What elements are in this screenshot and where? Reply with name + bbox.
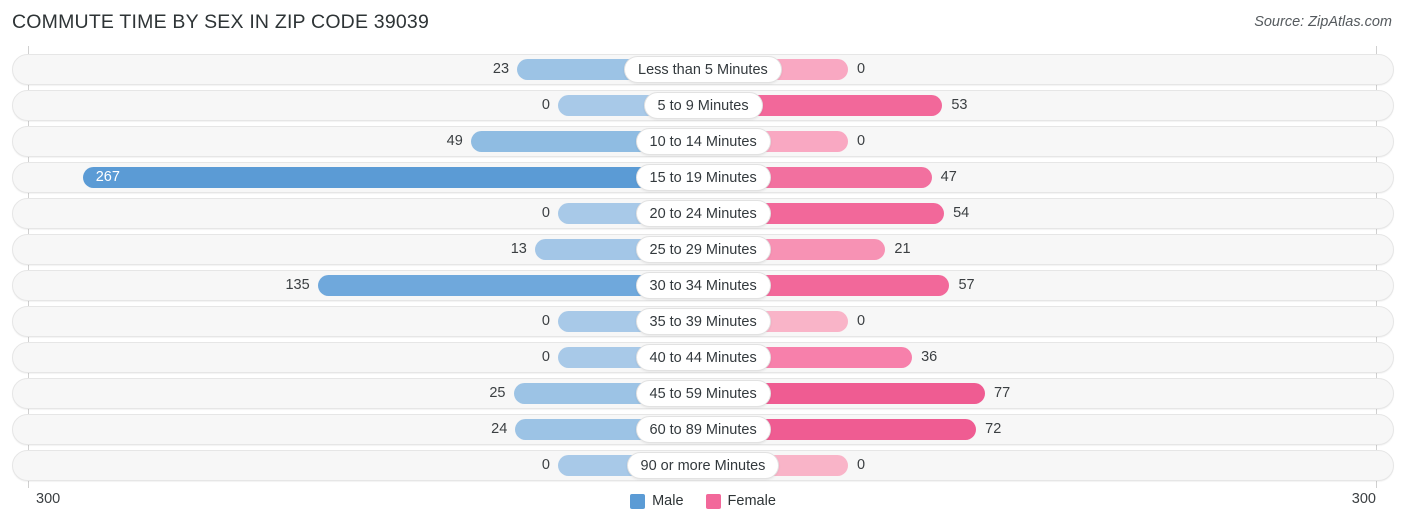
bar-value-male: 267 (95, 169, 120, 185)
legend-label-male: Male (652, 493, 684, 509)
legend-item-female[interactable]: Female (705, 493, 776, 509)
bar-value-female: 0 (857, 133, 866, 149)
bar-value-male: 0 (541, 313, 550, 329)
table-row[interactable]: 0 0 90 or more Minutes (12, 450, 1394, 481)
page-title: COMMUTE TIME BY SEX IN ZIP CODE 39039 (12, 11, 430, 33)
bar-value-female: 0 (857, 313, 866, 329)
category-pill[interactable]: 45 to 59 Minutes (635, 380, 771, 407)
category-label: 60 to 89 Minutes (649, 421, 757, 438)
legend-label-female: Female (727, 493, 776, 509)
bar-value-female: 54 (953, 205, 970, 221)
category-pill[interactable]: Less than 5 Minutes (624, 56, 782, 83)
bar-value-male: 13 (510, 241, 527, 257)
category-pill[interactable]: 15 to 19 Minutes (635, 164, 771, 191)
bar-value-male: 0 (541, 457, 550, 473)
chart-page: COMMUTE TIME BY SEX IN ZIP CODE 39039 So… (0, 0, 1406, 523)
bar-value-male: 135 (285, 277, 310, 293)
category-pill[interactable]: 30 to 34 Minutes (635, 272, 771, 299)
table-row[interactable]: 0 0 35 to 39 Minutes (12, 306, 1394, 337)
category-pill[interactable]: 60 to 89 Minutes (635, 416, 771, 443)
table-row[interactable]: 24 72 60 to 89 Minutes (12, 414, 1394, 445)
category-pill[interactable]: 35 to 39 Minutes (635, 308, 771, 335)
bar-value-male: 49 (446, 133, 463, 149)
table-row[interactable]: 49 0 10 to 14 Minutes (12, 126, 1394, 157)
bar-value-female: 72 (985, 421, 1002, 437)
bar-male[interactable] (82, 167, 703, 188)
bar-value-female: 53 (951, 97, 968, 113)
category-label: 30 to 34 Minutes (649, 277, 757, 294)
category-pill[interactable]: 5 to 9 Minutes (643, 92, 763, 119)
table-row[interactable]: 135 57 30 to 34 Minutes (12, 270, 1394, 301)
category-label: 10 to 14 Minutes (649, 133, 757, 150)
bar-value-female: 36 (921, 349, 938, 365)
bar-value-female: 57 (958, 277, 975, 293)
table-row[interactable]: 25 77 45 to 59 Minutes (12, 378, 1394, 409)
category-label: 90 or more Minutes (640, 457, 766, 474)
chart-footer: 300 300 Male Female (0, 488, 1406, 523)
bar-value-male: 0 (541, 97, 550, 113)
chart-plot-area: 23 0 Less than 5 Minutes 0 53 5 to 9 Minutes 4… (0, 46, 1406, 488)
category-label: 35 to 39 Minutes (649, 313, 757, 330)
bar-value-male: 23 (492, 61, 510, 77)
table-row[interactable]: 0 54 20 to 24 Minutes (12, 198, 1394, 229)
category-label: 25 to 29 Minutes (649, 241, 757, 258)
chart-legend: Male Female (0, 493, 1406, 509)
bar-value-female: 0 (857, 61, 866, 77)
bar-value-male: 24 (491, 421, 508, 437)
table-row[interactable]: 13 21 25 to 29 Minutes (12, 234, 1394, 265)
category-pill[interactable]: 10 to 14 Minutes (635, 128, 771, 155)
category-label: 20 to 24 Minutes (649, 205, 757, 222)
legend-swatch-male-icon (630, 493, 646, 509)
category-pill[interactable]: 90 or more Minutes (626, 452, 780, 479)
legend-swatch-female-icon (705, 493, 721, 509)
bar-value-male: 25 (489, 385, 506, 401)
source-attribution: Source: ZipAtlas.com (1254, 14, 1392, 30)
chart-header: COMMUTE TIME BY SEX IN ZIP CODE 39039 So… (0, 0, 1406, 46)
bar-value-female: 47 (940, 169, 957, 185)
table-row[interactable]: 0 53 5 to 9 Minutes (12, 90, 1394, 121)
bar-value-male: 0 (541, 349, 550, 365)
bar-value-male: 0 (541, 205, 550, 221)
table-row[interactable]: 267 47 15 to 19 Minutes (12, 162, 1394, 193)
bar-value-female: 0 (857, 457, 866, 473)
category-label: 40 to 44 Minutes (649, 349, 757, 366)
category-label: Less than 5 Minutes (638, 61, 768, 78)
category-pill[interactable]: 20 to 24 Minutes (635, 200, 771, 227)
bar-value-female: 21 (894, 241, 911, 257)
category-label: 5 to 9 Minutes (657, 97, 749, 114)
category-pill[interactable]: 25 to 29 Minutes (635, 236, 771, 263)
category-pill[interactable]: 40 to 44 Minutes (635, 344, 771, 371)
table-row[interactable]: 0 36 40 to 44 Minutes (12, 342, 1394, 373)
legend-item-male[interactable]: Male (630, 493, 684, 509)
bar-value-female: 77 (994, 385, 1011, 401)
category-label: 15 to 19 Minutes (649, 169, 757, 186)
table-row[interactable]: 23 0 Less than 5 Minutes (12, 54, 1394, 85)
category-label: 45 to 59 Minutes (649, 385, 757, 402)
